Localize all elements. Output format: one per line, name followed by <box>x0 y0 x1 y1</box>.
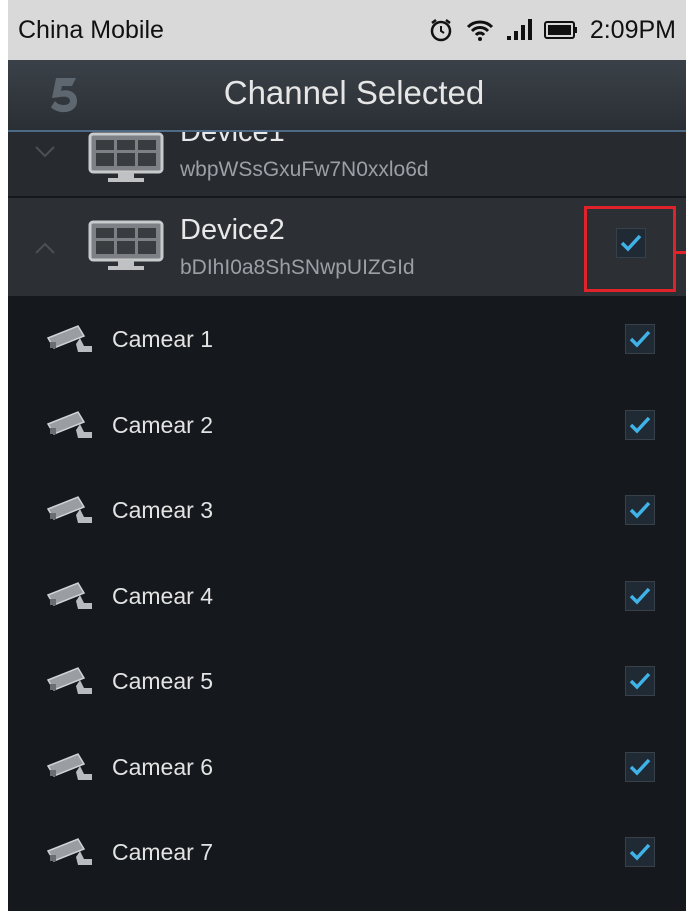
page-title: Channel Selected <box>223 74 485 111</box>
signal-icon <box>506 19 532 41</box>
camera-icon <box>46 495 94 530</box>
app-window: Device1 wbpWSsGxuFw7N0xxlo6d Channel Sel… <box>8 60 686 911</box>
carrier-label: China Mobile <box>18 15 164 44</box>
camera-checkbox[interactable] <box>625 580 655 611</box>
list-item[interactable]: Camear 6 <box>8 724 686 810</box>
chevron-down-icon[interactable] <box>34 142 56 165</box>
status-icons: 2:09PM <box>428 16 676 45</box>
camera-label: Camear 5 <box>112 668 213 694</box>
camera-icon <box>46 837 94 872</box>
camera-checkbox[interactable] <box>625 495 655 525</box>
list-item[interactable]: Camear 4 <box>8 553 686 639</box>
camera-icon <box>46 581 94 616</box>
list-item[interactable]: Camear 3 <box>8 467 686 553</box>
camera-label: Camear 7 <box>112 839 213 865</box>
monitor-icon <box>88 132 164 189</box>
device-name: Device2 <box>180 214 285 246</box>
camera-label: Camear 4 <box>112 582 213 609</box>
monitor-icon <box>88 220 164 277</box>
camera-checkbox[interactable] <box>625 751 655 782</box>
camera-checkbox[interactable] <box>625 837 655 867</box>
chevron-up-icon[interactable] <box>34 238 56 261</box>
camera-icon <box>46 410 94 445</box>
camera-icon <box>46 666 94 701</box>
list-item[interactable]: Camear 2 <box>8 382 686 468</box>
wifi-icon <box>466 18 494 42</box>
list-item[interactable]: Camear 7 <box>8 809 686 895</box>
device-id: bDIhI0a8ShSNwpUIZGId <box>180 256 415 279</box>
battery-icon <box>543 20 578 40</box>
clock-time: 2:09PM <box>589 15 676 44</box>
camera-checkbox[interactable] <box>625 324 655 354</box>
status-bar: China Mobile 2:09PM <box>8 0 686 60</box>
title-bar: Channel Selected <box>8 60 686 132</box>
camera-checkbox[interactable] <box>625 409 655 440</box>
alarm-icon <box>428 17 454 43</box>
highlight-box <box>584 206 676 292</box>
list-item[interactable]: Camear 5 <box>8 638 686 724</box>
camera-checkbox[interactable] <box>625 666 655 696</box>
camera-label: Camear 3 <box>112 497 213 523</box>
camera-icon <box>46 752 94 787</box>
list-item[interactable]: Camear 1 <box>8 296 686 382</box>
camera-label: Camear 2 <box>112 411 213 438</box>
camera-list: Camear 1 Camear 2 Camear 3 Camear 4 Came… <box>8 296 686 895</box>
camera-label: Camear 6 <box>112 753 213 780</box>
camera-label: Camear 1 <box>112 326 213 352</box>
callout-line <box>676 251 686 254</box>
camera-icon <box>46 324 94 359</box>
device-id: wbpWSsGxuFw7N0xxlo6d <box>180 158 429 181</box>
